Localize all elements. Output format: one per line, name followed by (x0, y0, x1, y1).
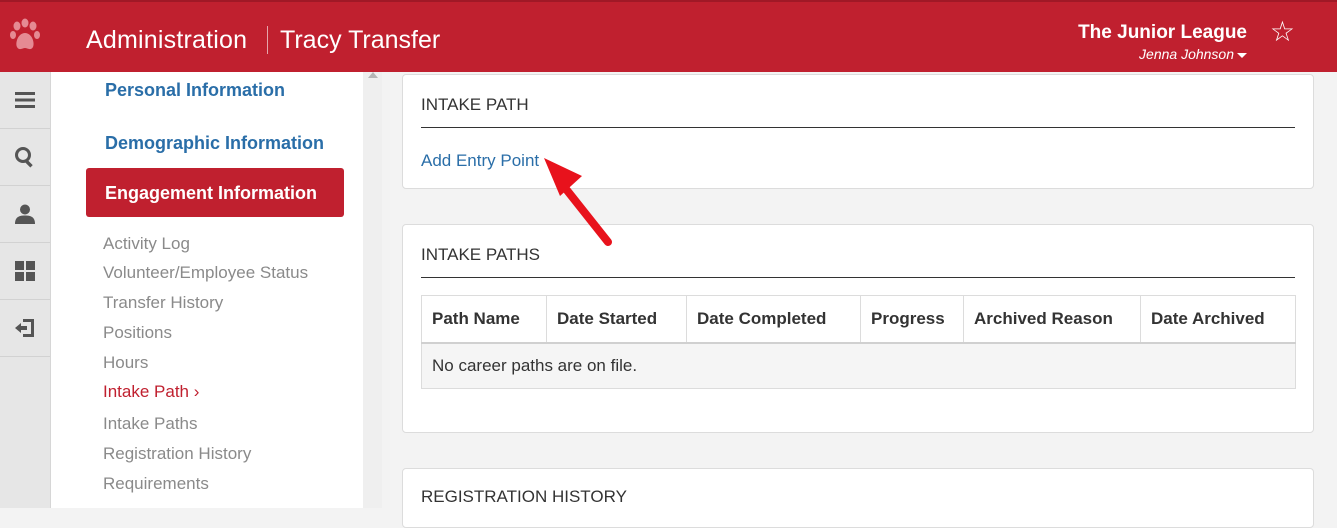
user-icon[interactable] (0, 186, 50, 243)
star-icon[interactable]: ☆ (1270, 18, 1295, 46)
intake-paths-title: INTAKE PATHS (421, 245, 541, 264)
nav-volunteer-employee-status[interactable]: Volunteer/Employee Status (103, 263, 308, 283)
registration-history-panel: REGISTRATION HISTORY (402, 468, 1314, 528)
column-header-date-started[interactable]: Date Started (546, 295, 687, 344)
dashboard-icon[interactable] (0, 243, 50, 300)
icon-rail (0, 72, 51, 508)
column-header-date-archived[interactable]: Date Archived (1140, 295, 1296, 344)
intake-path-title: INTAKE PATH (421, 95, 529, 114)
nav-activity-log[interactable]: Activity Log (103, 234, 190, 254)
paw-logo-icon[interactable] (8, 16, 42, 56)
add-entry-point-link[interactable]: Add Entry Point (421, 151, 539, 171)
nav-hours[interactable]: Hours (103, 353, 148, 373)
nav-personal-information[interactable]: Personal Information (105, 80, 285, 101)
section-title: Administration (86, 26, 248, 54)
intake-paths-panel: INTAKE PATHS Path Name Date Started Date… (402, 224, 1314, 433)
org-name[interactable]: The Junior League (1078, 22, 1247, 44)
nav-requirements[interactable]: Requirements (103, 474, 209, 494)
empty-table-message: No career paths are on file. (421, 342, 1296, 389)
user-name[interactable]: Jenna Johnson (1139, 46, 1234, 62)
scroll-up-arrow-icon[interactable] (368, 72, 378, 78)
column-header-path-name[interactable]: Path Name (421, 295, 547, 344)
registration-history-title: REGISTRATION HISTORY (421, 487, 627, 506)
person-name: Tracy Transfer (280, 26, 441, 54)
search-icon[interactable] (0, 129, 50, 186)
nav-demographic-information[interactable]: Demographic Information (105, 133, 324, 154)
nav-registration-history[interactable]: Registration History (103, 444, 251, 464)
title-divider (267, 26, 268, 54)
logout-icon[interactable] (0, 300, 50, 357)
menu-icon[interactable] (0, 72, 50, 129)
nav-engagement-information[interactable]: Engagement Information (86, 168, 344, 217)
nav-positions[interactable]: Positions (103, 323, 172, 343)
nav-intake-paths[interactable]: Intake Paths (103, 414, 198, 434)
user-menu[interactable]: Jenna Johnson (1139, 46, 1247, 62)
table-header-row: Path Name Date Started Date Completed Pr… (421, 295, 1296, 344)
intake-paths-table: Path Name Date Started Date Completed Pr… (421, 295, 1296, 389)
caret-down-icon[interactable] (1237, 52, 1247, 58)
nav-transfer-history[interactable]: Transfer History (103, 293, 223, 313)
top-bar: Administration Tracy Transfer The Junior… (0, 0, 1337, 72)
annotation-arrow-icon (544, 158, 612, 246)
column-header-progress[interactable]: Progress (860, 295, 964, 344)
side-navigation: Personal Information Demographic Informa… (51, 72, 363, 508)
panel-divider (421, 127, 1295, 128)
sidenav-scrollbar[interactable] (363, 72, 382, 508)
panel-divider (421, 277, 1295, 278)
column-header-archived-reason[interactable]: Archived Reason (963, 295, 1141, 344)
table-row: No career paths are on file. (421, 342, 1296, 389)
nav-intake-path[interactable]: Intake Path › (103, 382, 199, 402)
column-header-date-completed[interactable]: Date Completed (686, 295, 861, 344)
